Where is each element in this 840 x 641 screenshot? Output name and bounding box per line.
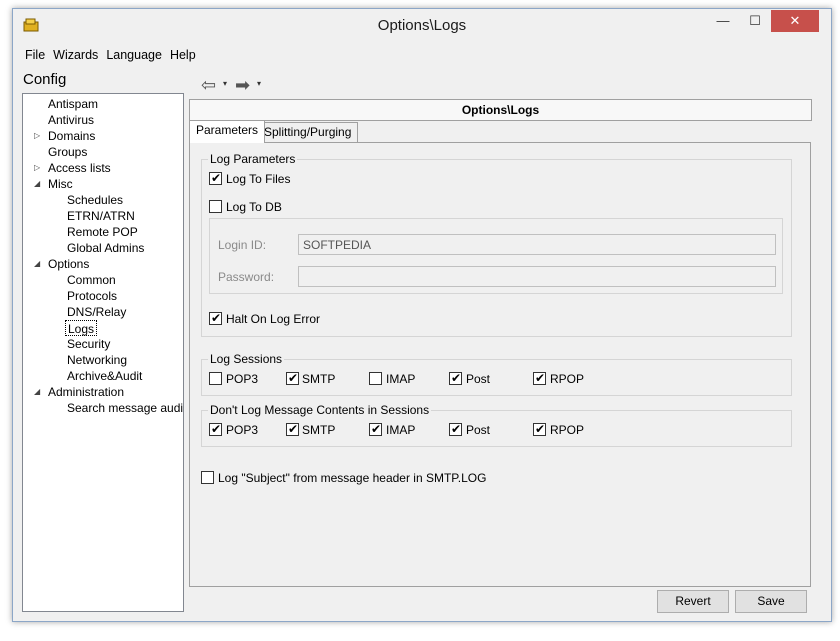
menu-file[interactable]: File [21, 44, 49, 66]
back-dropdown-icon[interactable]: ▾ [223, 79, 227, 88]
no-contents-rpop-label: RPOP [550, 423, 585, 437]
log-sessions-rpop-checkbox[interactable]: ✔ [533, 371, 546, 385]
minimize-button[interactable]: — [709, 10, 737, 32]
log-subject-label: Log "Subject" from message header in SMT… [218, 471, 487, 485]
collapse-icon[interactable]: ◢ [34, 176, 40, 192]
tree-item-protocols[interactable]: Protocols [67, 288, 117, 304]
log-to-files-label: Log To Files [226, 172, 291, 186]
tree-item-dns-relay[interactable]: DNS/Relay [67, 304, 126, 320]
save-button[interactable]: Save [735, 590, 807, 613]
maximize-button[interactable]: ☐ [741, 10, 769, 32]
log-sessions-imap-label: IMAP [386, 372, 416, 386]
no-contents-rpop-checkbox[interactable]: ✔ [533, 422, 546, 436]
config-tree[interactable]: Antispam Antivirus ▷ Domains Groups ▷ Ac… [22, 93, 184, 612]
no-contents-post-checkbox[interactable]: ✔ [449, 422, 462, 436]
tab-splitting-purging[interactable]: Splitting/Purging [257, 122, 359, 142]
tree-item-domains[interactable]: Domains [48, 128, 95, 144]
tree-item-options[interactable]: Options [48, 256, 89, 272]
log-sessions-pop3-checkbox[interactable] [209, 372, 222, 385]
parameters-panel: Log Parameters ✔ Log To Files Log To DB … [189, 142, 811, 587]
tree-item-etrn-atrn[interactable]: ETRN/ATRN [67, 208, 135, 224]
halt-on-log-error-checkbox[interactable]: ✔ [209, 311, 222, 325]
log-to-files-checkbox[interactable]: ✔ [209, 171, 222, 185]
log-parameters-group: Log Parameters ✔ Log To Files Log To DB … [201, 152, 792, 337]
page-title: Options\Logs [189, 99, 812, 121]
tree-item-schedules[interactable]: Schedules [67, 192, 123, 208]
title-bar: Options\Logs — ☐ ✕ [13, 9, 831, 41]
tree-item-groups[interactable]: Groups [48, 144, 87, 160]
no-contents-smtp-checkbox[interactable]: ✔ [286, 422, 299, 436]
no-contents-post-label: Post [466, 423, 491, 437]
log-to-db-label: Log To DB [226, 200, 282, 214]
log-subject-checkbox[interactable] [201, 471, 214, 484]
no-contents-imap-label: IMAP [386, 423, 416, 437]
sidebar-title: Config [23, 71, 67, 88]
tree-item-global-admins[interactable]: Global Admins [67, 240, 144, 256]
log-sessions-smtp-checkbox[interactable]: ✔ [286, 371, 299, 385]
menu-wizards[interactable]: Wizards [49, 44, 102, 66]
log-sessions-imap-checkbox[interactable] [369, 372, 382, 385]
password-label: Password: [218, 270, 275, 284]
revert-button[interactable]: Revert [657, 590, 729, 613]
tab-parameters[interactable]: Parameters [189, 120, 266, 143]
log-sessions-post-label: Post [466, 372, 491, 386]
tree-item-archive-audit[interactable]: Archive&Audit [67, 368, 142, 384]
db-settings-group: Login ID: Password: [209, 218, 783, 294]
log-sessions-group: Log Sessions POP3 ✔ SMTP IMAP ✔ Post ✔ R… [201, 352, 792, 396]
group-title: Log Sessions [208, 352, 285, 366]
tree-item-logs[interactable]: Logs [65, 320, 98, 336]
log-sessions-post-checkbox[interactable]: ✔ [449, 371, 462, 385]
close-button[interactable]: ✕ [771, 10, 819, 32]
menu-bar: File Wizards Language Help [21, 44, 200, 66]
app-window: Options\Logs — ☐ ✕ File Wizards Language… [12, 8, 832, 622]
tree-item-security[interactable]: Security [67, 336, 110, 352]
nav-toolbar: ⇦ ▾ ➡ ▾ [189, 69, 269, 101]
no-contents-group: Don't Log Message Contents in Sessions ✔… [201, 403, 792, 447]
login-id-field[interactable] [298, 234, 776, 255]
expand-icon[interactable]: ▷ [34, 128, 40, 144]
password-field[interactable] [298, 266, 776, 287]
collapse-icon[interactable]: ◢ [34, 384, 40, 400]
no-contents-smtp-label: SMTP [302, 423, 336, 437]
tree-item-networking[interactable]: Networking [67, 352, 127, 368]
halt-on-log-error-label: Halt On Log Error [226, 312, 321, 326]
log-sessions-rpop-label: RPOP [550, 372, 585, 386]
back-arrow-icon[interactable]: ⇦ [201, 76, 216, 94]
tree-item-remote-pop[interactable]: Remote POP [67, 224, 138, 240]
log-to-db-checkbox[interactable] [209, 200, 222, 213]
tree-item-antispam[interactable]: Antispam [48, 96, 98, 112]
tree-item-misc[interactable]: Misc [48, 176, 73, 192]
log-sessions-smtp-label: SMTP [302, 372, 336, 386]
no-contents-pop3-label: POP3 [226, 423, 259, 437]
no-contents-pop3-checkbox[interactable]: ✔ [209, 422, 222, 436]
login-id-label: Login ID: [218, 238, 267, 252]
forward-dropdown-icon[interactable]: ▾ [257, 79, 261, 88]
menu-help[interactable]: Help [166, 44, 200, 66]
tree-item-antivirus[interactable]: Antivirus [48, 112, 94, 128]
tree-item-access-lists[interactable]: Access lists [48, 160, 111, 176]
log-sessions-pop3-label: POP3 [226, 372, 259, 386]
group-title: Don't Log Message Contents in Sessions [208, 403, 432, 417]
collapse-icon[interactable]: ◢ [34, 256, 40, 272]
group-title: Log Parameters [208, 152, 298, 166]
no-contents-imap-checkbox[interactable]: ✔ [369, 422, 382, 436]
forward-arrow-icon[interactable]: ➡ [235, 76, 250, 94]
tree-item-common[interactable]: Common [67, 272, 116, 288]
tree-item-administration[interactable]: Administration [48, 384, 124, 400]
tree-item-search-message-audit[interactable]: Search message audit [67, 400, 183, 416]
expand-icon[interactable]: ▷ [34, 160, 40, 176]
menu-language[interactable]: Language [102, 44, 166, 66]
